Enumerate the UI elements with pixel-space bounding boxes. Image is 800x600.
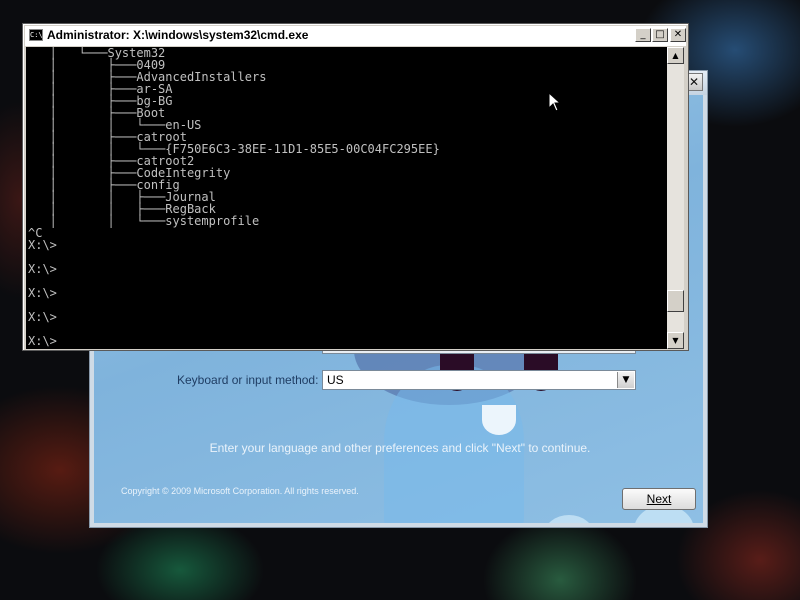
console-text: │ └───System32 │ ├───0409 │ ├───Advanced… [28,47,440,348]
keyboard-select[interactable]: US ▼ [322,370,636,390]
maximize-button[interactable]: □ [652,28,668,42]
background-pony-hoof-left [544,515,594,523]
cmd-window-title: Administrator: X:\windows\system32\cmd.e… [47,28,309,42]
cmd-window: C:\ Administrator: X:\windows\system32\c… [22,23,689,351]
mouse-pointer-icon [548,92,562,112]
console-output[interactable]: │ └───System32 │ ├───0409 │ ├───Advanced… [26,47,667,349]
cmd-app-icon[interactable]: C:\ [29,29,43,41]
chevron-down-icon[interactable]: ▼ [617,372,634,388]
next-button-label: Next [646,492,672,506]
close-button[interactable]: ✕ [670,28,686,42]
vertical-scrollbar[interactable]: ▲ ▼ [667,47,684,349]
keyboard-select-value: US [327,373,344,387]
scroll-down-icon[interactable]: ▼ [667,332,684,349]
next-button[interactable]: Next [622,488,696,510]
keyboard-label: Keyboard or input method: [177,373,319,387]
background-pony-mouth [482,405,516,435]
scrollbar-thumb[interactable] [667,290,684,312]
scroll-up-icon[interactable]: ▲ [667,47,684,64]
copyright-text: Copyright © 2009 Microsoft Corporation. … [121,486,359,496]
minimize-button[interactable]: _ [635,28,651,42]
setup-instruction: Enter your language and other preference… [209,441,591,455]
cmd-titlebar[interactable]: C:\ Administrator: X:\windows\system32\c… [25,26,686,46]
